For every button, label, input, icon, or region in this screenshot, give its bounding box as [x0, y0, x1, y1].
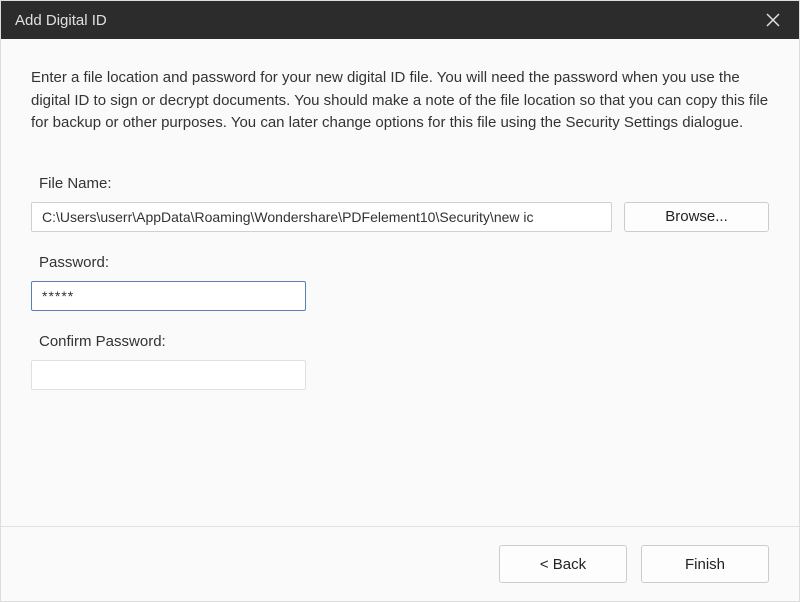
back-button[interactable]: < Back [499, 545, 627, 583]
description-text: Enter a file location and password for y… [31, 67, 769, 135]
confirm-password-group: Confirm Password: [31, 333, 769, 390]
filename-row: Browse... [31, 202, 769, 232]
close-icon [766, 13, 780, 27]
password-label: Password: [39, 254, 769, 271]
filename-label: File Name: [39, 175, 769, 192]
dialog-content: Enter a file location and password for y… [1, 39, 799, 526]
add-digital-id-dialog: Add Digital ID Enter a file location and… [0, 0, 800, 602]
filename-input[interactable] [31, 202, 612, 232]
dialog-footer: < Back Finish [1, 526, 799, 601]
confirm-password-label: Confirm Password: [39, 333, 769, 350]
password-input[interactable] [31, 281, 306, 311]
filename-group: File Name: Browse... [31, 175, 769, 232]
browse-button[interactable]: Browse... [624, 202, 769, 232]
close-button[interactable] [761, 8, 785, 32]
password-group: Password: [31, 254, 769, 311]
confirm-password-input[interactable] [31, 360, 306, 390]
finish-button[interactable]: Finish [641, 545, 769, 583]
dialog-title: Add Digital ID [15, 12, 761, 29]
titlebar: Add Digital ID [1, 1, 799, 39]
